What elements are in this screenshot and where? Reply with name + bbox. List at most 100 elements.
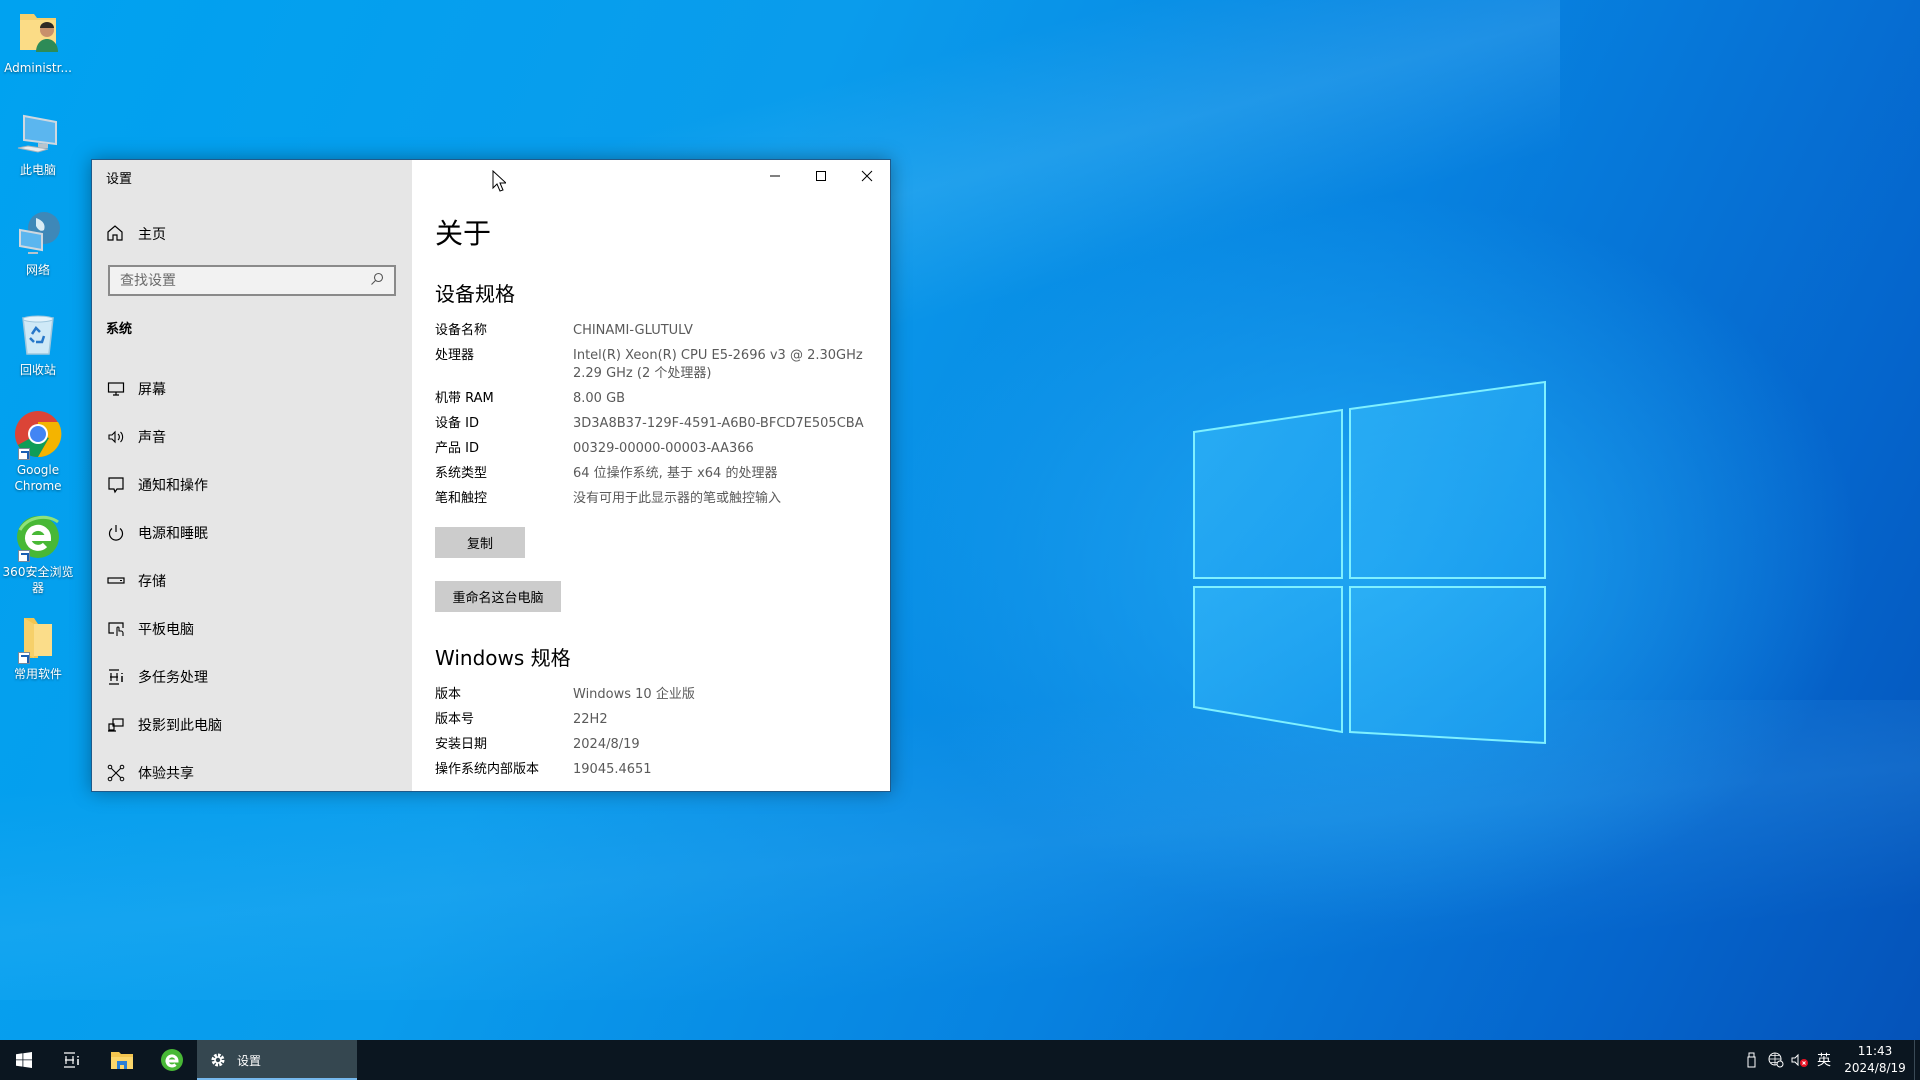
clock-date: 2024/8/19 (1844, 1061, 1906, 1075)
desktop-icon-label: 常用软件 (13, 667, 62, 681)
minimize-icon (770, 175, 780, 177)
windows-specs-heading: Windows 规格 (435, 646, 571, 670)
folder-icon (14, 614, 62, 664)
sidebar-item-notifications[interactable]: 通知和操作 (92, 461, 412, 509)
taskbar-file-explorer[interactable] (98, 1040, 146, 1080)
sidebar-item-display[interactable]: 屏幕 (92, 365, 412, 413)
network-status-icon[interactable] (1764, 1040, 1788, 1080)
network-icon (14, 210, 62, 258)
desktop-icon-administrator[interactable]: Administr... (2, 8, 74, 76)
rename-pc-button[interactable]: 重命名这台电脑 (435, 581, 561, 612)
spec-key: 操作系统内部版本 (435, 762, 540, 777)
device-specs-table: 设备名称 CHINAMI-GLUTULV 处理器 Intel(R) Xeon(R… (435, 322, 875, 515)
sidebar-item-sound[interactable]: 声音 (92, 413, 412, 461)
maximize-button[interactable] (798, 160, 844, 192)
sidebar-item-home[interactable]: 主页 (106, 224, 166, 244)
desktop-icon-network[interactable]: 网络 (2, 210, 74, 278)
start-button[interactable] (0, 1040, 48, 1080)
sidebar-item-storage[interactable]: 存储 (92, 557, 412, 605)
speaker-icon (106, 427, 126, 447)
spec-key: 处理器 (435, 348, 475, 363)
sidebar-item-label: 电源和睡眠 (138, 526, 208, 542)
spec-key: 版本号 (435, 712, 475, 727)
desktop-icon-common-software[interactable]: 常用软件 (2, 614, 74, 682)
sidebar-nav-list: 屏幕 声音 通知和操作 电源和睡眠 存储 平板电脑 多任务处理 投影到此电脑 体… (92, 365, 412, 791)
minimize-button[interactable] (752, 160, 798, 192)
clock[interactable]: 11:43 2024/8/19 (1836, 1043, 1914, 1077)
sidebar-item-power-sleep[interactable]: 电源和睡眠 (92, 509, 412, 557)
spec-row-os-build: 操作系统内部版本 19045.4651 (435, 761, 875, 779)
home-icon (106, 224, 126, 244)
search-box[interactable] (108, 265, 396, 296)
task-view-icon (64, 1052, 79, 1068)
tablet-icon (106, 619, 126, 639)
sidebar-item-tablet[interactable]: 平板电脑 (92, 605, 412, 653)
sidebar-item-label: 存储 (138, 574, 166, 590)
mouse-cursor-icon (492, 170, 506, 192)
chrome-icon (14, 410, 62, 460)
desktop-icon-label: 此电脑 (19, 163, 56, 177)
desktop-icon-this-pc[interactable]: 此电脑 (2, 110, 74, 178)
sidebar-item-multitasking[interactable]: 多任务处理 (92, 653, 412, 701)
spec-value: 2024/8/19 (573, 737, 640, 752)
shortcut-arrow-icon (18, 652, 30, 664)
show-desktop-button[interactable] (1914, 1040, 1920, 1080)
recycle-bin-icon (14, 310, 62, 358)
device-specs-heading: 设备规格 (435, 282, 515, 306)
maximize-icon (816, 171, 826, 181)
360-browser-icon (161, 1049, 183, 1071)
shared-experiences-icon (106, 763, 126, 783)
desktop-icon-recycle-bin[interactable]: 回收站 (2, 310, 74, 378)
desktop-icon-label: Administr... (4, 61, 72, 75)
windows-logo-wallpaper (1193, 380, 1546, 745)
spec-row-ram: 机带 RAM 8.00 GB (435, 390, 875, 408)
notification-icon (106, 475, 126, 495)
sidebar-item-project-to-pc[interactable]: 投影到此电脑 (92, 701, 412, 749)
usb-device-icon[interactable] (1740, 1040, 1764, 1080)
page-title: 关于 (435, 217, 492, 250)
multitasking-icon (106, 667, 126, 687)
gear-icon (211, 1053, 225, 1067)
system-tray: 英 11:43 2024/8/19 (1740, 1040, 1920, 1080)
sidebar-item-shared-experiences[interactable]: 体验共享 (92, 749, 412, 791)
spec-row-system-type: 系统类型 64 位操作系统, 基于 x64 的处理器 (435, 465, 875, 483)
taskbar-360-browser[interactable] (148, 1040, 196, 1080)
search-icon[interactable] (370, 271, 384, 290)
windows-specs-table: 版本 Windows 10 企业版 版本号 22H2 安装日期 2024/8/1… (435, 686, 875, 786)
taskbar-settings-task[interactable]: 设置 (197, 1040, 357, 1080)
sidebar-item-label: 多任务处理 (138, 670, 208, 686)
spec-row-product-id: 产品 ID 00329-00000-00003-AA366 (435, 440, 875, 458)
taskbar-task-label: 设置 (237, 1053, 262, 1068)
section-label-system: 系统 (106, 322, 133, 337)
clock-time: 11:43 (1857, 1044, 1893, 1058)
settings-sidebar: 设置 主页 系统 屏幕 声音 通知和操作 (92, 160, 412, 791)
spec-value: 64 位操作系统, 基于 x64 的处理器 (573, 466, 778, 481)
spec-row-device-name: 设备名称 CHINAMI-GLUTULV (435, 322, 875, 340)
taskbar: 设置 英 11:43 2024/8/19 (0, 1040, 1920, 1080)
desktop-icon-360-browser[interactable]: 360安全浏览器 (2, 512, 74, 596)
desktop-icon-label: 360安全浏览器 (2, 565, 74, 595)
sidebar-item-label: 主页 (138, 227, 166, 243)
desktop-icon-label: 网络 (25, 263, 50, 277)
display-icon (106, 379, 126, 399)
input-method-indicator[interactable]: 英 (1812, 1040, 1836, 1080)
close-icon (861, 170, 873, 182)
task-view-button[interactable] (48, 1040, 96, 1080)
desktop-icon-label: Google Chrome (14, 463, 62, 493)
spec-row-installed-on: 安装日期 2024/8/19 (435, 736, 875, 754)
user-folder-icon (14, 8, 62, 56)
copy-button[interactable]: 复制 (435, 527, 525, 558)
spec-value: 没有可用于此显示器的笔或触控输入 (573, 491, 782, 506)
spec-value: Intel(R) Xeon(R) CPU E5-2696 v3 @ 2.30GH… (573, 348, 863, 363)
spec-value: 3D3A8B37-129F-4591-A6B0-BFCD7E505CBA (573, 416, 864, 431)
sidebar-item-label: 屏幕 (138, 382, 166, 398)
sidebar-item-label: 平板电脑 (138, 622, 194, 638)
close-button[interactable] (844, 160, 890, 192)
search-input[interactable] (120, 272, 370, 289)
volume-muted-icon[interactable] (1788, 1040, 1812, 1080)
caption-buttons (752, 160, 890, 192)
this-pc-icon (14, 110, 62, 158)
spec-row-device-id: 设备 ID 3D3A8B37-129F-4591-A6B0-BFCD7E505C… (435, 415, 875, 433)
desktop-icon-google-chrome[interactable]: Google Chrome (2, 410, 74, 494)
spec-value: 19045.4651 (573, 762, 652, 777)
